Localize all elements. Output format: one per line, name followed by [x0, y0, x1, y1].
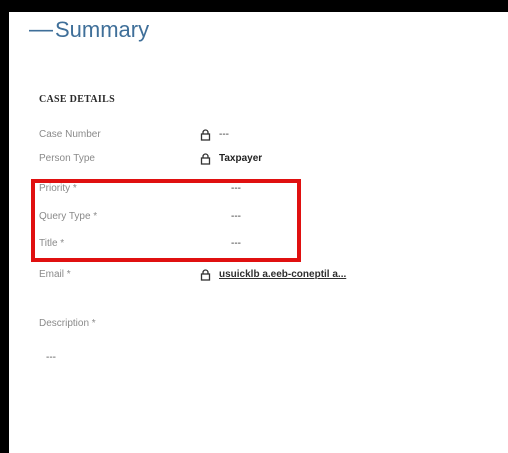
case-form-panel: —Summary CASE DETAILS Case Number --- Pe…: [9, 12, 508, 453]
lock-icon: [200, 269, 211, 281]
email-label: Email *: [39, 269, 71, 280]
field-person-type: Person Type Taxpayer: [9, 153, 489, 171]
case-details-heading: CASE DETAILS: [39, 94, 115, 105]
summary-title: Summary: [55, 17, 150, 42]
person-type-label: Person Type: [39, 153, 95, 164]
lock-icon: [200, 129, 211, 141]
field-email: Email * usuicklb a.eeb-coneptil a...: [9, 269, 489, 287]
highlight-box: [31, 179, 301, 262]
lock-icon: [200, 153, 211, 165]
person-type-value: Taxpayer: [219, 153, 263, 164]
description-label: Description *: [39, 318, 96, 329]
case-number-value: ---: [219, 129, 229, 140]
case-number-label: Case Number: [39, 129, 101, 140]
field-case-number: Case Number ---: [9, 129, 489, 147]
description-value[interactable]: ---: [46, 352, 56, 363]
email-value[interactable]: usuicklb a.eeb-coneptil a...: [219, 269, 346, 280]
collapse-icon[interactable]: —: [29, 16, 53, 43]
summary-section-header[interactable]: —Summary: [29, 16, 149, 44]
